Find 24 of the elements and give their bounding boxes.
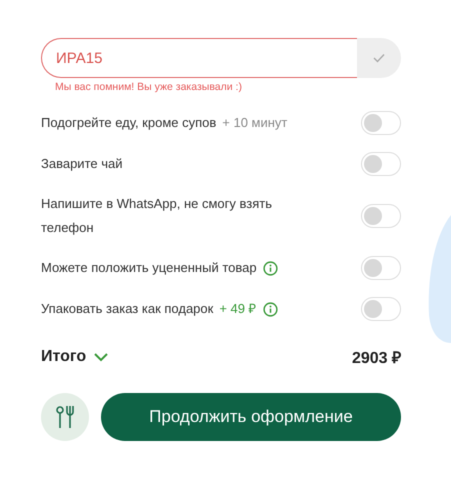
apply-button[interactable]: [357, 38, 401, 78]
toggle-switch[interactable]: [361, 256, 401, 280]
option-label: Заварите чай: [41, 155, 122, 173]
option-label: Подогрейте еду, кроме супов: [41, 114, 216, 132]
check-icon: [373, 53, 385, 63]
toggle-switch[interactable]: [361, 204, 401, 228]
promo-message: Мы вас помним! Вы уже заказывали :): [55, 81, 243, 93]
option-label: Упаковать заказ как подарок: [41, 300, 214, 318]
total-amount: 2903 ₽: [352, 349, 401, 368]
info-icon[interactable]: [262, 302, 278, 316]
cutlery-button[interactable]: [41, 393, 89, 441]
toggle-switch[interactable]: [361, 297, 401, 321]
promo-code-field[interactable]: ИРА15: [41, 38, 357, 78]
toggle-switch[interactable]: [361, 111, 401, 135]
total-toggle[interactable]: Итого: [41, 348, 108, 366]
continue-button[interactable]: Продолжить оформление: [101, 393, 401, 441]
option-note: + 10 минут: [222, 114, 288, 132]
option-label: Можете положить уцененный товар: [41, 259, 257, 277]
info-icon[interactable]: [262, 260, 278, 276]
chevron-icon: [94, 352, 108, 362]
option-label: Напишите в WhatsApp, не смогу взять телефон: [41, 195, 274, 237]
toggle-switch[interactable]: [361, 152, 401, 176]
option-note: + 49 ₽: [219, 300, 257, 318]
cutlery-icon: [56, 405, 74, 429]
